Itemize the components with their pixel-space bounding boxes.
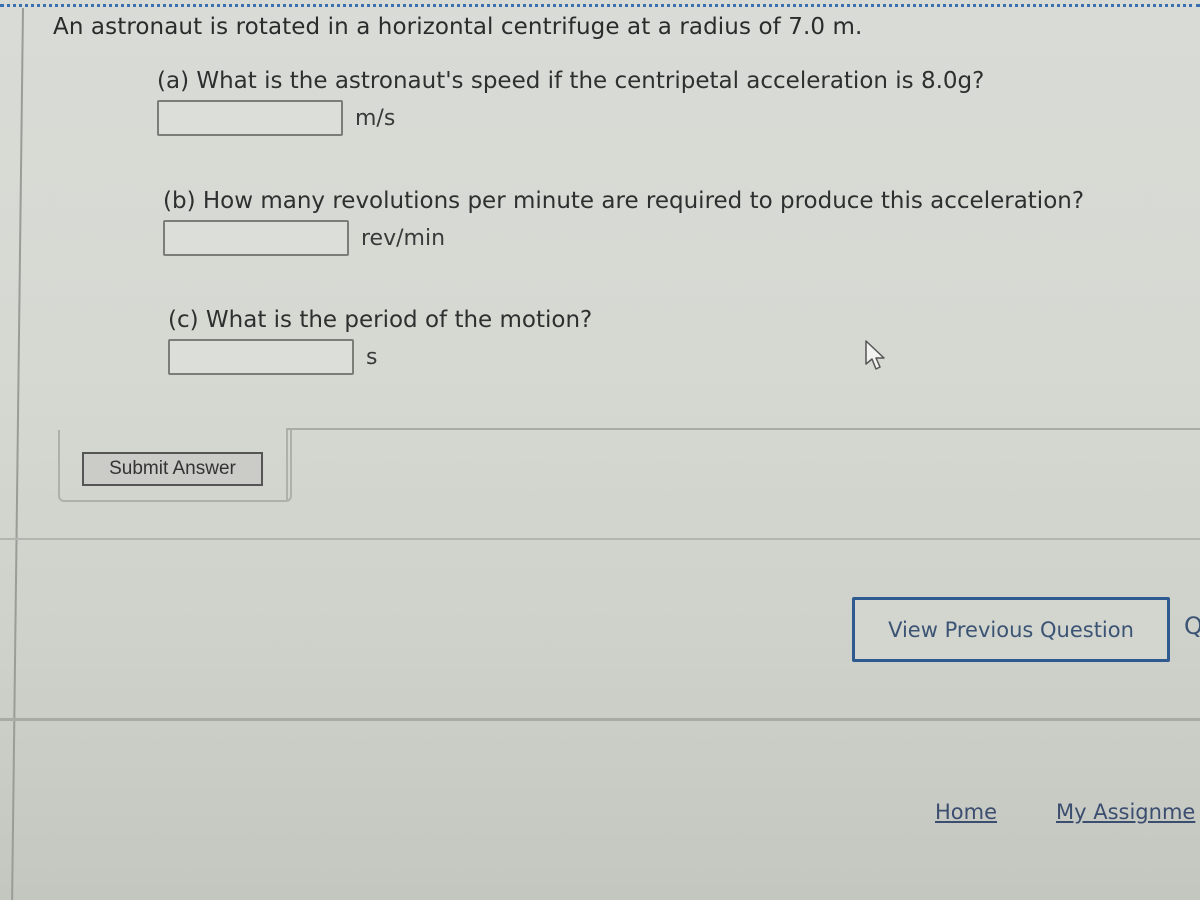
- footer-link-my-assignments[interactable]: My Assignme: [1056, 800, 1195, 824]
- question-part-b: (b) How many revolutions per minute are …: [163, 188, 1084, 256]
- mouse-pointer-icon: [865, 340, 885, 370]
- view-previous-question-button[interactable]: View Previous Question: [852, 597, 1170, 662]
- section-divider: [0, 538, 1200, 540]
- submit-answer-button[interactable]: Submit Answer: [82, 452, 263, 486]
- nav-panel-divider: [0, 718, 1200, 721]
- dotted-top-divider: [0, 4, 1200, 7]
- part-c-unit: s: [366, 344, 378, 370]
- part-b-label: (b) How many revolutions per minute are …: [163, 188, 1085, 214]
- part-c-answer-row: s: [168, 339, 592, 375]
- footer-link-home[interactable]: Home: [935, 800, 997, 824]
- part-b-answer-input[interactable]: [163, 220, 349, 256]
- part-a-answer-row: m/s: [157, 100, 984, 136]
- part-c-answer-input[interactable]: [168, 339, 354, 375]
- part-c-label: (c) What is the period of the motion?: [168, 307, 593, 333]
- part-b-unit: rev/min: [361, 225, 446, 251]
- next-question-button-partial[interactable]: Q: [1184, 612, 1200, 640]
- submit-panel-top-line: [287, 428, 1200, 430]
- question-part-a: (a) What is the astronaut's speed if the…: [157, 68, 984, 136]
- part-a-unit: m/s: [355, 105, 396, 131]
- question-intro: An astronaut is rotated in a horizontal …: [53, 14, 863, 40]
- submit-panel-edge: [286, 428, 288, 500]
- part-b-answer-row: rev/min: [163, 220, 1084, 256]
- part-a-label: (a) What is the astronaut's speed if the…: [157, 68, 985, 94]
- part-a-answer-input[interactable]: [157, 100, 343, 136]
- question-part-c: (c) What is the period of the motion? s: [168, 307, 592, 375]
- left-border-line: [11, 8, 24, 900]
